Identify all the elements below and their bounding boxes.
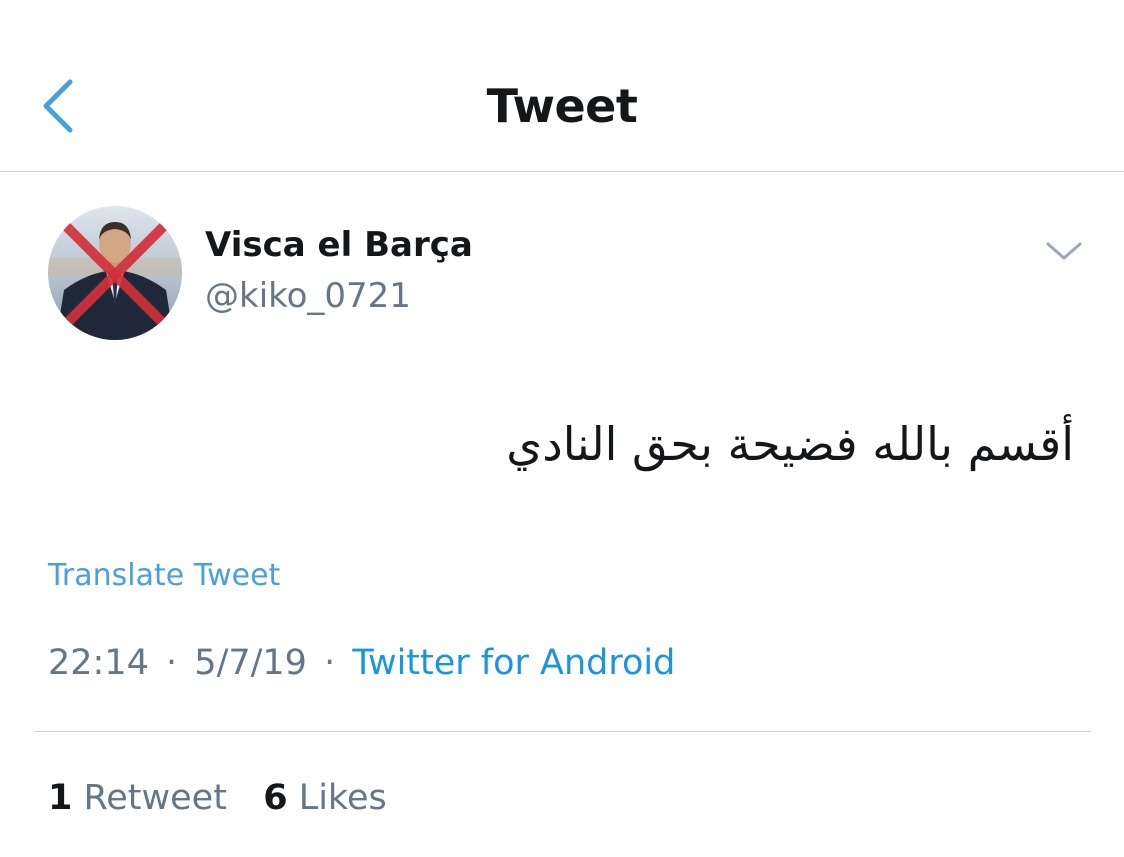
tweet-menu-button[interactable] bbox=[1044, 238, 1084, 264]
tweet-text: أقسم بالله فضيحة بحق النادي bbox=[506, 417, 1074, 471]
meta-separator: · bbox=[324, 643, 336, 683]
author-display-name[interactable]: Visca el Barça bbox=[205, 224, 473, 266]
tweet-time: 22:14 bbox=[48, 643, 149, 683]
tweet-metadata: 22:14 · 5/7/19 · Twitter for Android bbox=[48, 641, 675, 685]
likes-count: 6 bbox=[263, 778, 288, 818]
retweets-stat[interactable]: 1 Retweet bbox=[48, 778, 238, 818]
avatar-image bbox=[48, 206, 182, 340]
likes-stat[interactable]: 6 Likes bbox=[263, 778, 387, 818]
navigation-bar: Tweet bbox=[0, 0, 1124, 172]
translate-tweet-link[interactable]: Translate Tweet bbox=[48, 557, 280, 595]
chevron-down-icon bbox=[1046, 242, 1082, 260]
retweets-label: Retweet bbox=[83, 778, 227, 818]
avatar[interactable] bbox=[48, 206, 182, 340]
author-handle[interactable]: @kiko_0721 bbox=[205, 275, 411, 317]
page-title: Tweet bbox=[486, 79, 638, 133]
likes-label: Likes bbox=[298, 778, 387, 818]
meta-separator: · bbox=[166, 643, 178, 683]
divider bbox=[34, 731, 1091, 732]
tweet-source-link[interactable]: Twitter for Android bbox=[352, 643, 675, 683]
retweets-count: 1 bbox=[48, 778, 73, 818]
tweet-stats: 1 Retweet 6 Likes bbox=[48, 776, 387, 820]
tweet-date: 5/7/19 bbox=[194, 643, 307, 683]
